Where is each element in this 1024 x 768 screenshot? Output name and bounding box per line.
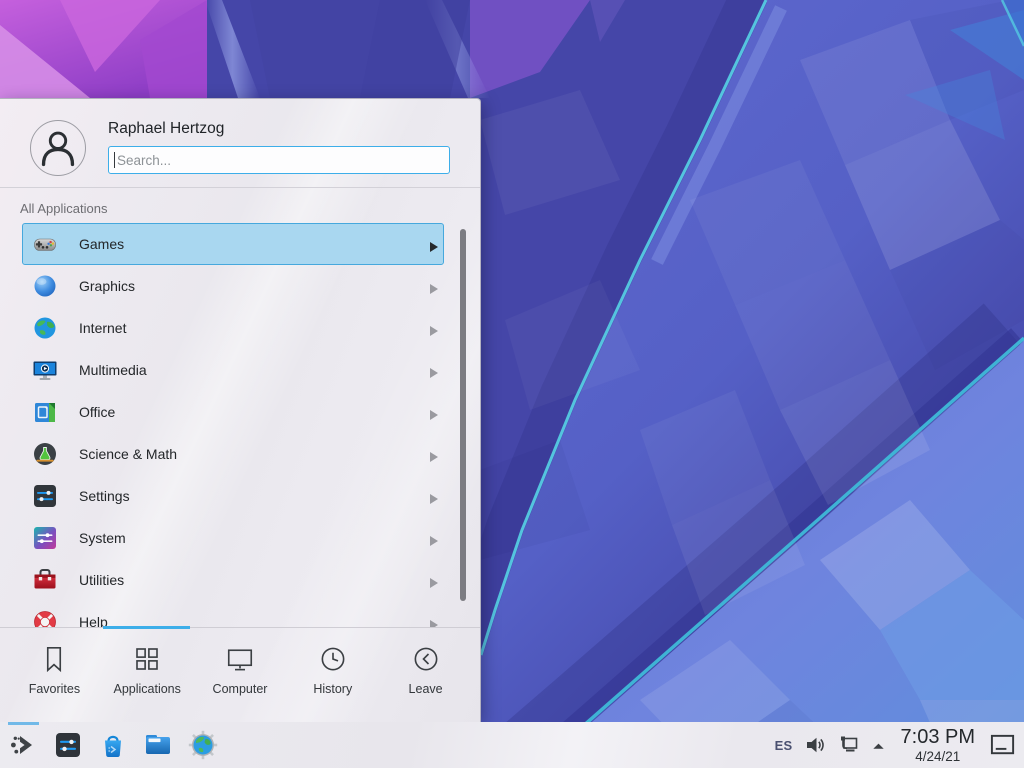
scrollbar-thumb[interactable] — [460, 229, 466, 601]
category-item-system[interactable]: System — [22, 517, 444, 559]
category-item-graphics[interactable]: Graphics — [22, 265, 444, 307]
category-label: Graphics — [79, 278, 135, 294]
leave-icon — [411, 644, 441, 674]
speaker-icon — [804, 734, 826, 756]
help-icon — [31, 608, 59, 627]
taskbar-app-web-browser[interactable] — [187, 729, 219, 761]
network-button[interactable] — [837, 734, 859, 756]
taskbar-app-discover[interactable] — [97, 729, 129, 761]
category-label: Multimedia — [79, 362, 147, 378]
category-label: Internet — [79, 320, 126, 336]
application-launcher-menu: Raphael Hertzog All Applications — [0, 98, 481, 722]
taskbar-app-file-manager[interactable] — [142, 729, 174, 761]
user-name: Raphael Hertzog — [108, 120, 224, 138]
submenu-arrow-icon — [430, 239, 438, 249]
kde-launcher-icon — [7, 729, 39, 761]
taskbar: ES — [0, 722, 1024, 768]
browser-icon — [187, 729, 219, 761]
category-item-science-math[interactable]: Science & Math — [22, 433, 444, 475]
header-separator — [0, 187, 480, 188]
dolphin-icon — [142, 729, 174, 761]
system-tray: ES — [775, 727, 1024, 764]
caret-up-icon — [870, 737, 887, 754]
wired-network-icon — [837, 734, 859, 756]
office-icon — [31, 398, 59, 426]
expand-tray-button[interactable] — [870, 737, 887, 754]
tab-label: Favorites — [29, 682, 80, 696]
tabs: Favorites Applications Computer — [0, 628, 480, 723]
settings-icon — [31, 482, 59, 510]
category-item-internet[interactable]: Internet — [22, 307, 444, 349]
show-desktop-icon — [989, 732, 1017, 759]
tab-label: Applications — [113, 682, 180, 696]
user-icon — [31, 121, 85, 175]
category-list: Games Graphics — [0, 223, 480, 627]
category-item-games[interactable]: Games — [22, 223, 444, 265]
clock-time: 7:03 PM — [901, 727, 975, 747]
submenu-arrow-icon — [430, 533, 438, 543]
submenu-arrow-icon — [430, 323, 438, 333]
tab-applications[interactable]: Applications — [101, 628, 194, 723]
science-icon — [31, 440, 59, 468]
category-item-multimedia[interactable]: Multimedia — [22, 349, 444, 391]
category-label: Settings — [79, 488, 130, 504]
category-label: System — [79, 530, 126, 546]
submenu-arrow-icon — [430, 617, 438, 627]
history-icon — [318, 644, 348, 674]
search-field[interactable] — [108, 146, 450, 174]
category-label: Utilities — [79, 572, 124, 588]
category-label: Science & Math — [79, 446, 177, 462]
games-icon — [31, 230, 59, 258]
tab-history[interactable]: History — [286, 628, 379, 723]
submenu-arrow-icon — [430, 281, 438, 291]
category-item-office[interactable]: Office — [22, 391, 444, 433]
launcher-header: Raphael Hertzog — [0, 99, 480, 187]
category-item-help[interactable]: Help — [22, 601, 444, 627]
keyboard-layout-indicator[interactable]: ES — [775, 738, 793, 753]
show-desktop-button[interactable] — [989, 732, 1017, 759]
submenu-arrow-icon — [430, 449, 438, 459]
favorites-icon — [39, 644, 69, 674]
volume-button[interactable] — [804, 734, 826, 756]
utilities-icon — [31, 566, 59, 594]
footer-tab-bar: Favorites Applications Computer — [0, 627, 480, 723]
text-cursor — [114, 152, 115, 168]
internet-icon — [31, 314, 59, 342]
category-item-utilities[interactable]: Utilities — [22, 559, 444, 601]
active-tab-indicator — [103, 626, 190, 629]
category-item-settings[interactable]: Settings — [22, 475, 444, 517]
tab-label: Computer — [213, 682, 268, 696]
multimedia-icon — [31, 356, 59, 384]
system-icon — [31, 524, 59, 552]
search-input[interactable] — [108, 146, 450, 174]
applications-icon — [132, 644, 162, 674]
section-header-all-applications: All Applications — [20, 201, 107, 216]
computer-icon — [225, 644, 255, 674]
taskbar-app-application-launcher[interactable] — [7, 729, 39, 761]
submenu-arrow-icon — [430, 491, 438, 501]
discover-icon — [97, 729, 129, 761]
tab-computer[interactable]: Computer — [194, 628, 287, 723]
submenu-arrow-icon — [430, 407, 438, 417]
submenu-arrow-icon — [430, 365, 438, 375]
taskbar-app-system-settings[interactable] — [52, 729, 84, 761]
user-avatar[interactable] — [30, 120, 86, 176]
systemsettings-icon — [52, 729, 84, 761]
graphics-icon — [31, 272, 59, 300]
tab-label: Leave — [409, 682, 443, 696]
clock-date: 4/24/21 — [901, 750, 975, 764]
category-label: Office — [79, 404, 115, 420]
taskbar-app-icons — [7, 729, 219, 761]
digital-clock[interactable]: 7:03 PM 4/24/21 — [901, 727, 975, 764]
category-label: Games — [79, 236, 124, 252]
submenu-arrow-icon — [430, 575, 438, 585]
tab-favorites[interactable]: Favorites — [8, 628, 101, 723]
desktop: Raphael Hertzog All Applications — [0, 0, 1024, 768]
tab-leave[interactable]: Leave — [379, 628, 472, 723]
tab-label: History — [313, 682, 352, 696]
